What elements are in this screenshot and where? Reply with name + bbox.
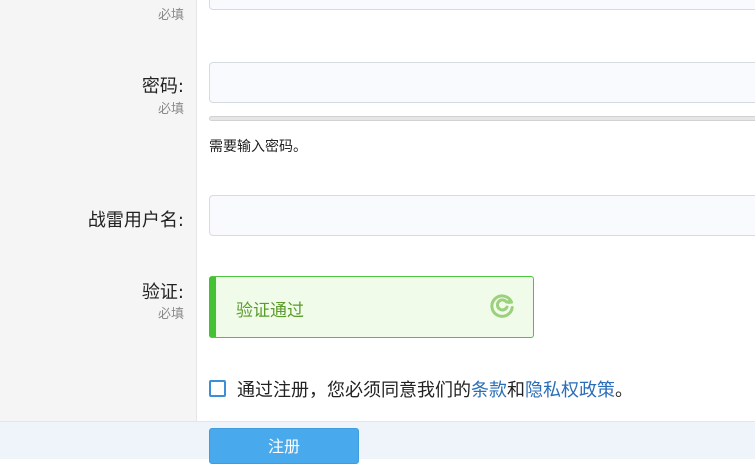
password-strength-bar — [209, 116, 755, 121]
form-footer — [0, 421, 755, 459]
agreement-suffix: 。 — [615, 380, 633, 401]
terms-link[interactable]: 条款 — [471, 380, 507, 401]
captcha-refresh-icon — [490, 294, 514, 318]
captcha-widget[interactable]: 验证通过 — [209, 276, 534, 338]
captcha-status: 验证通过 — [236, 301, 304, 321]
password-hint: 需要输入密码。 — [209, 139, 307, 155]
password-label: 密码: — [141, 76, 184, 97]
agreement-checkbox[interactable] — [209, 380, 226, 397]
password-input[interactable] — [209, 62, 755, 103]
password-required: 必填 — [157, 102, 184, 117]
verification-label: 验证: — [141, 282, 184, 303]
privacy-policy-link[interactable]: 隐私权政策 — [525, 380, 615, 401]
verification-required: 必填 — [157, 307, 184, 322]
previous-field-input[interactable] — [209, 0, 755, 10]
agreement-prefix: 通过注册，您必须同意我们的 — [237, 380, 471, 401]
warthunder-username-label: 战雷用户名: — [87, 210, 184, 231]
agreement-text: 通过注册，您必须同意我们的条款和隐私权政策。 — [237, 376, 633, 402]
agreement-and: 和 — [507, 380, 525, 401]
warthunder-username-input[interactable] — [209, 195, 755, 236]
register-button[interactable]: 注册 — [209, 428, 359, 464]
previous-field-required: 必填 — [157, 8, 184, 23]
